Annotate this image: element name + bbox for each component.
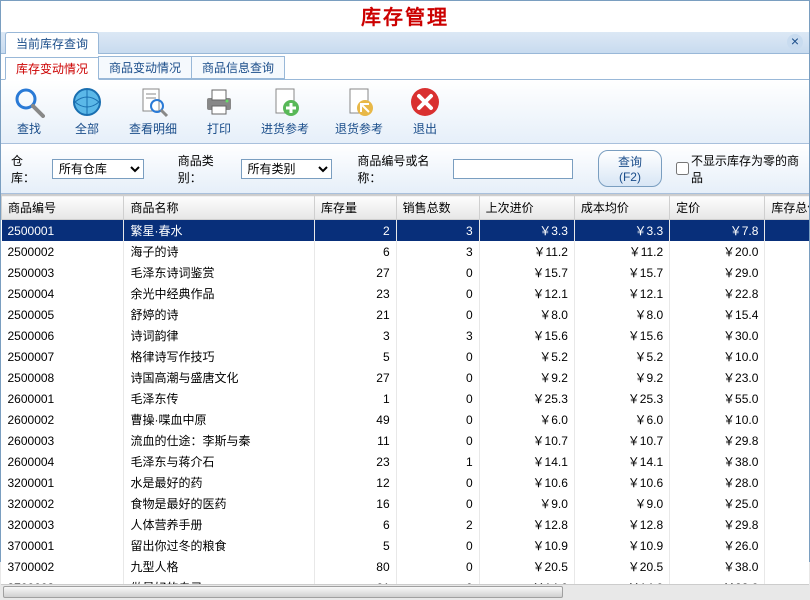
table-row[interactable]: 2500002海子的诗63￥11.2￥11.2￥20.0￥67.2本海子中国书店… <box>2 241 810 262</box>
col-name[interactable]: 商品名称 <box>124 196 315 220</box>
table-row[interactable]: 2500006诗词韵律33￥15.6￥15.6￥30.0￥46.8本徐志刚文具供… <box>2 325 810 346</box>
table-row[interactable]: 3700003做最好的自己610￥14.0￥14.0￥28.0￥854.0本李开… <box>2 577 810 584</box>
tab-product-change[interactable]: 商品变动情况 <box>98 56 192 79</box>
table-row[interactable]: 2500003毛泽东诗词鉴赏270￥15.7￥15.7￥29.0￥422.8本臧… <box>2 262 810 283</box>
hide-zero-checkbox-wrap[interactable]: 不显示库存为零的商品 <box>676 152 799 186</box>
table-row[interactable]: 3700001留出你过冬的粮食50￥10.9￥10.9￥26.0￥54.6本陈作… <box>2 535 810 556</box>
document-arrow-icon <box>343 86 375 118</box>
col-sold[interactable]: 销售总数 <box>396 196 479 220</box>
category-label: 商品类别： <box>178 152 233 186</box>
detail-button[interactable]: 查看明细 <box>129 86 177 137</box>
find-label: 查找 <box>17 120 41 137</box>
print-label: 打印 <box>207 120 231 137</box>
query-button[interactable]: 查询(F2) <box>598 150 662 187</box>
table-row[interactable]: 2500008诗国高潮与盛唐文化270￥9.2￥9.2￥23.0￥248.4本葛… <box>2 367 810 388</box>
data-grid[interactable]: 商品编号 商品名称 库存量 销售总数 上次进价 成本均价 定价 库存总值 单位 … <box>1 194 809 584</box>
out-ref-button[interactable]: 退货参考 <box>335 86 383 137</box>
col-avg[interactable]: 成本均价 <box>574 196 669 220</box>
outer-tab-current-stock[interactable]: 当前库存查询 <box>5 32 99 54</box>
table-row[interactable]: 3200001水是最好的药120￥10.6￥10.6￥28.0￥127.7本（美… <box>2 472 810 493</box>
hide-zero-label: 不显示库存为零的商品 <box>691 152 799 186</box>
tab-stock-change[interactable]: 库存变动情况 <box>5 57 99 80</box>
table-row[interactable]: 2500004余光中经典作品230￥12.1￥12.1￥22.8￥277.9本余… <box>2 283 810 304</box>
detail-label: 查看明细 <box>129 120 177 137</box>
col-total[interactable]: 库存总值 <box>765 196 809 220</box>
magnifier-icon <box>13 86 45 118</box>
table-row[interactable]: 2600003流血的仕途：李斯与秦110￥10.7￥10.7￥29.8￥118.… <box>2 430 810 451</box>
find-button[interactable]: 查找 <box>13 86 45 137</box>
in-ref-button[interactable]: 进货参考 <box>261 86 309 137</box>
table-row[interactable]: 3200003人体营养手册62￥12.8￥12.8￥29.8￥76.9本（英）帕… <box>2 514 810 535</box>
table-row[interactable]: 2600001毛泽东传10￥25.3￥25.3￥55.0￥25.3本（美）特里人… <box>2 388 810 409</box>
warehouse-select[interactable]: 所有仓库 <box>52 159 144 179</box>
tab-product-info[interactable]: 商品信息查询 <box>191 56 285 79</box>
all-label: 全部 <box>75 120 99 137</box>
category-select[interactable]: 所有类别 <box>241 159 333 179</box>
document-plus-icon <box>269 86 301 118</box>
exit-button[interactable]: 退出 <box>409 86 441 137</box>
table-row[interactable]: 3200002食物是最好的医药160￥9.0￥9.0￥25.0￥144.0本[日… <box>2 493 810 514</box>
close-circle-icon <box>409 86 441 118</box>
table-row[interactable]: 2500007格律诗写作技巧50￥5.2￥5.2￥10.0￥26.0本王永义青岛… <box>2 346 810 367</box>
in-ref-label: 进货参考 <box>261 120 309 137</box>
col-last[interactable]: 上次进价 <box>479 196 574 220</box>
table-row[interactable]: 2500001繁星·春水23￥3.3￥3.3￥7.8￥6.6本冰心时代文艺出版 <box>2 220 810 242</box>
table-row[interactable]: 2600002曹操·喋血中原490￥6.0￥6.0￥10.0￥294.0本子金山… <box>2 409 810 430</box>
horizontal-scrollbar[interactable] <box>1 584 809 600</box>
col-id[interactable]: 商品编号 <box>2 196 124 220</box>
warehouse-label: 仓库： <box>11 152 44 186</box>
table-row[interactable]: 3700002九型人格800￥20.5￥20.5￥38.0￥1,641.6本（美… <box>2 556 810 577</box>
table-row[interactable]: 2600004毛泽东与蒋介石231￥14.1￥14.1￥38.0￥323.4本叶… <box>2 451 810 472</box>
close-icon[interactable]: × <box>787 34 803 50</box>
all-button[interactable]: 全部 <box>71 86 103 137</box>
exit-label: 退出 <box>413 120 437 137</box>
col-price[interactable]: 定价 <box>670 196 765 220</box>
globe-icon <box>71 86 103 118</box>
col-stock[interactable]: 库存量 <box>314 196 396 220</box>
hide-zero-checkbox[interactable] <box>676 162 689 175</box>
out-ref-label: 退货参考 <box>335 120 383 137</box>
print-button[interactable]: 打印 <box>203 86 235 137</box>
document-magnifier-icon <box>137 86 169 118</box>
page-title: 库存管理 <box>1 1 809 32</box>
code-input[interactable] <box>453 159 573 179</box>
table-row[interactable]: 2500005舒婷的诗210￥8.0￥8.0￥15.4￥168.2本舒婷人民文学… <box>2 304 810 325</box>
code-label: 商品编号或名称： <box>357 152 445 186</box>
printer-icon <box>203 86 235 118</box>
